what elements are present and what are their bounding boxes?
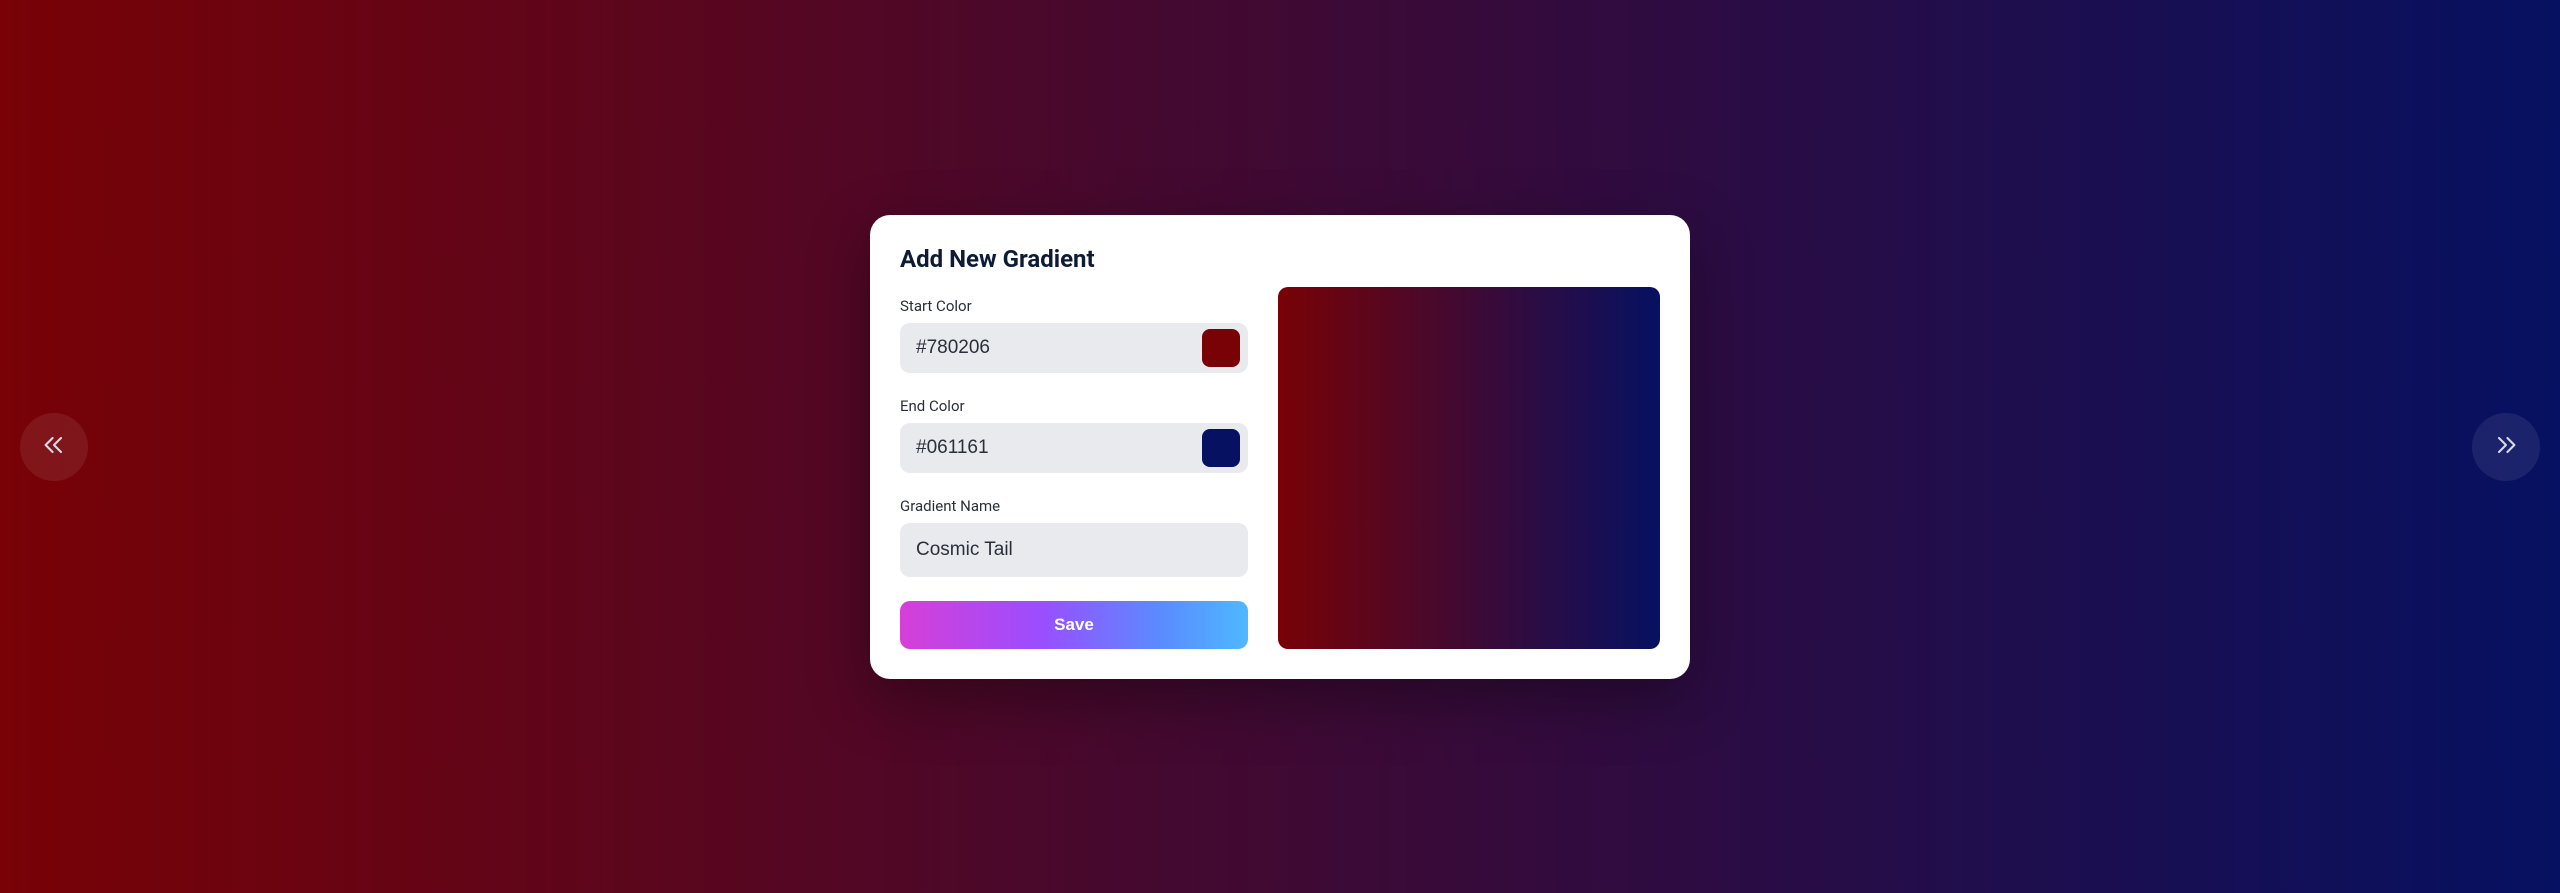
gradient-name-row — [900, 523, 1248, 577]
card-title: Add New Gradient — [900, 245, 1248, 273]
end-color-label: End Color — [900, 397, 1248, 415]
next-button[interactable] — [2472, 413, 2540, 481]
start-color-input[interactable] — [916, 329, 1202, 367]
form-column: Add New Gradient Start Color End Color G… — [900, 245, 1248, 649]
prev-button[interactable] — [20, 413, 88, 481]
start-color-label: Start Color — [900, 297, 1248, 315]
gradient-preview — [1278, 287, 1660, 649]
save-button[interactable]: Save — [900, 601, 1248, 649]
end-color-row — [900, 423, 1248, 473]
start-color-row — [900, 323, 1248, 373]
chevron-double-left-icon — [40, 431, 68, 463]
end-color-input[interactable] — [916, 429, 1202, 467]
start-color-swatch[interactable] — [1202, 329, 1240, 367]
end-color-swatch[interactable] — [1202, 429, 1240, 467]
gradient-name-label: Gradient Name — [900, 497, 1248, 515]
gradient-name-input[interactable] — [916, 529, 1232, 571]
add-gradient-card: Add New Gradient Start Color End Color G… — [870, 215, 1690, 679]
chevron-double-right-icon — [2492, 431, 2520, 463]
